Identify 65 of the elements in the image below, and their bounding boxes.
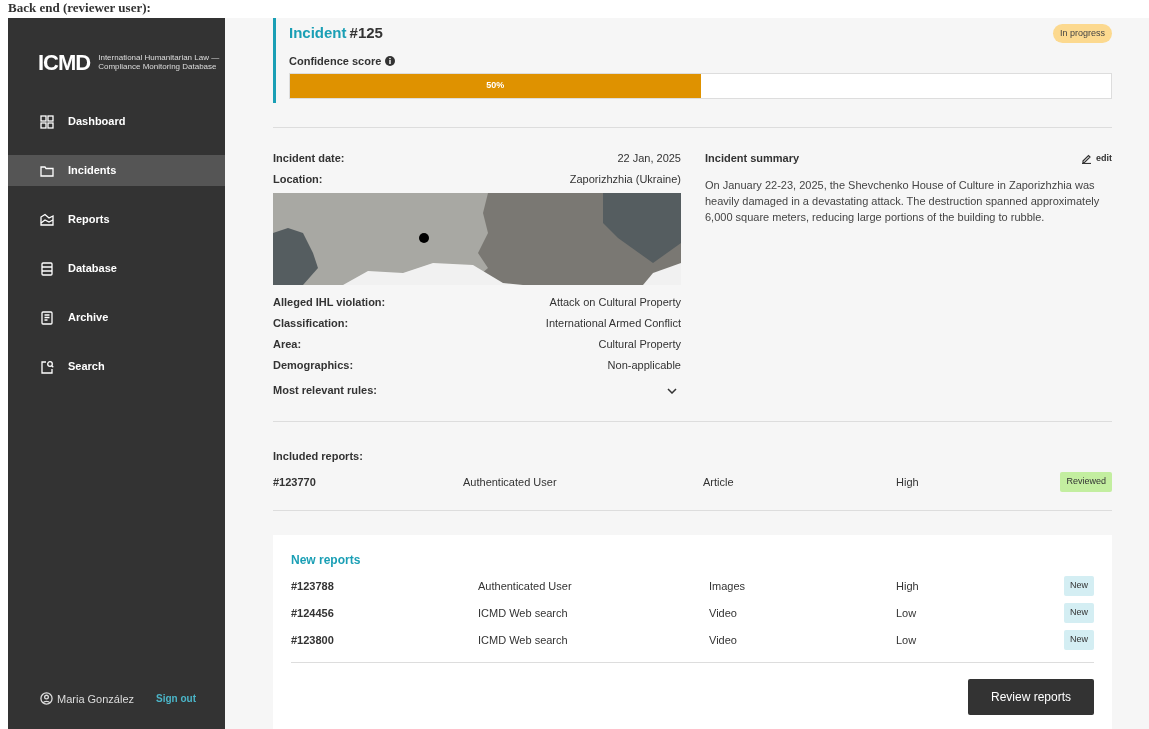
logo: ICMD bbox=[38, 48, 91, 77]
field-value: Attack on Cultural Property bbox=[549, 295, 681, 311]
sidebar-item[interactable]: Search bbox=[8, 351, 225, 382]
document-icon bbox=[40, 310, 54, 325]
confidence-fill: 50% bbox=[290, 74, 701, 98]
review-reports-button[interactable]: Review reports bbox=[967, 678, 1094, 715]
sidebar-item[interactable]: Reports bbox=[8, 204, 225, 235]
report-id: #123770 bbox=[273, 474, 317, 490]
confidence-label: Confidence score bbox=[289, 53, 382, 69]
chevron-icon[interactable] bbox=[667, 387, 677, 394]
sign-out-link[interactable]: Sign out bbox=[156, 691, 197, 707]
status-badge: In progress bbox=[1052, 23, 1112, 43]
report-id: #123788 bbox=[291, 578, 335, 594]
field-value: Cultural Property bbox=[598, 337, 681, 353]
report-type: Video bbox=[709, 632, 738, 648]
report-priority: High bbox=[896, 474, 920, 490]
field-label: Classification: bbox=[273, 316, 349, 332]
field-label: Most relevant rules: bbox=[273, 383, 377, 399]
report-priority: High bbox=[896, 578, 920, 594]
field-label: Incident date: bbox=[273, 151, 345, 167]
section-title: New reports bbox=[291, 551, 362, 569]
edit-link[interactable]: edit bbox=[1081, 151, 1112, 166]
sidebar-item[interactable]: Incidents bbox=[8, 155, 225, 186]
report-source: Authenticated User bbox=[463, 474, 558, 490]
incident-number: #125 bbox=[349, 24, 383, 41]
field-value: 22 Jan, 2025 bbox=[617, 151, 681, 167]
field-value: Zaporizhzhia (Ukraine) bbox=[569, 172, 681, 188]
field-label: Location: bbox=[273, 172, 323, 188]
sidebar-item[interactable]: Archive bbox=[8, 302, 225, 333]
incident-label: Incident bbox=[289, 24, 347, 41]
report-source: ICMD Web search bbox=[478, 605, 569, 621]
report-source: ICMD Web search bbox=[478, 632, 569, 648]
user-name: Maria González bbox=[40, 690, 135, 707]
report-type: Article bbox=[703, 474, 735, 490]
status-badge: New bbox=[1064, 603, 1094, 623]
info-icon bbox=[385, 55, 396, 66]
section-title: Included reports: bbox=[273, 449, 364, 464]
sidebar-item[interactable]: Dashboard bbox=[8, 106, 225, 137]
report-priority: Low bbox=[896, 632, 918, 648]
report-id: #124456 bbox=[291, 605, 335, 621]
landscape-icon bbox=[40, 212, 54, 227]
folder-icon bbox=[40, 163, 54, 178]
report-type: Video bbox=[709, 605, 738, 621]
field-label: Area: bbox=[273, 337, 302, 353]
report-source: Authenticated User bbox=[478, 578, 573, 594]
grid-icon bbox=[40, 114, 54, 129]
status-badge: New bbox=[1064, 630, 1094, 650]
status-badge: Reviewed bbox=[1060, 472, 1112, 492]
logo-subtitle: International Humanitarian Law — Compliance Monitoring Database bbox=[98, 53, 220, 71]
summary-title: Incident summary bbox=[705, 151, 800, 167]
report-priority: Low bbox=[896, 605, 918, 621]
sidebar-item[interactable]: Database bbox=[8, 253, 225, 284]
field-label: Demographics: bbox=[273, 358, 354, 374]
user-icon bbox=[40, 692, 53, 706]
field-value: International Armed Conflict bbox=[545, 316, 681, 332]
report-type: Images bbox=[709, 578, 747, 594]
field-label: Alleged IHL violation: bbox=[273, 295, 386, 311]
list-icon bbox=[40, 261, 54, 276]
pencil-icon bbox=[1081, 153, 1092, 164]
report-id: #123800 bbox=[291, 632, 335, 648]
status-badge: New bbox=[1064, 576, 1094, 596]
summary-text: On January 22-23, 2025, the Shevchenko House of Culture in Zaporizhzhia was heavily damaged in a devastating attack. The destruction spanned approximately 6,000 square meters, reducing large portions of the building to rubble. bbox=[705, 178, 1101, 225]
document-caption: Back end (reviewer user): bbox=[7, 0, 152, 17]
search-icon bbox=[40, 359, 54, 374]
field-value: Non-applicable bbox=[607, 358, 681, 374]
